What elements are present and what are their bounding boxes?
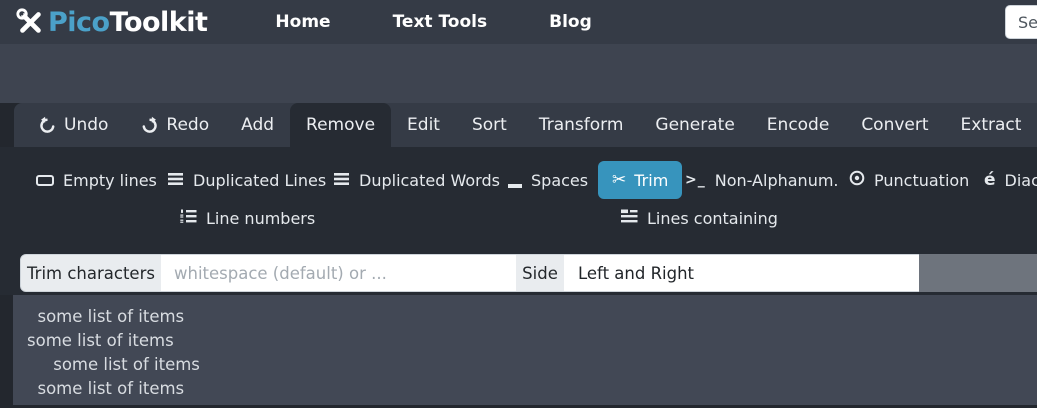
editor-line: some list of items <box>27 329 1037 353</box>
filter-label: Lines containing <box>647 209 778 228</box>
brand-part1: Pico <box>48 7 110 38</box>
search-input[interactable] <box>1005 5 1037 39</box>
tab-add[interactable]: Add <box>225 103 290 147</box>
editor-line: some list of items <box>27 353 1037 377</box>
duplicated-lines-icon <box>168 171 184 190</box>
side-select-value: Left and Right <box>578 264 694 283</box>
filter-duplicated-lines[interactable]: Duplicated Lines <box>168 161 326 199</box>
apply-button[interactable] <box>919 254 1037 292</box>
tab-label: Remove <box>306 115 375 135</box>
tab-label: Sort <box>472 115 507 135</box>
redo-icon <box>140 116 159 135</box>
filter-spaces[interactable]: Spaces <box>508 161 588 199</box>
tab-label: Convert <box>861 115 928 135</box>
space-icon <box>508 184 522 188</box>
filter-trim-active[interactable]: ✂ Trim <box>598 161 682 199</box>
filter-label: Spaces <box>531 171 588 190</box>
tab-convert[interactable]: Convert <box>845 103 944 147</box>
filter-lines-containing[interactable]: Lines containing <box>621 199 778 237</box>
filter-diacritics[interactable]: é Diacritics <box>984 161 1037 199</box>
line-numbers-icon <box>180 209 197 228</box>
nav-blog[interactable]: Blog <box>528 0 613 44</box>
tab-label: Encode <box>767 115 830 135</box>
tab-label: Edit <box>407 115 440 135</box>
side-label: Side <box>516 254 565 292</box>
trim-characters-label: Trim characters <box>20 254 162 292</box>
filter-label: Duplicated Words <box>359 171 500 190</box>
diacritics-icon: é <box>984 170 996 190</box>
text-editor[interactable]: some list of items some list of items so… <box>13 295 1037 405</box>
tab-label: Undo <box>64 115 108 135</box>
filter-punctuation[interactable]: Punctuation <box>849 161 969 199</box>
tab-transform[interactable]: Transform <box>523 103 640 147</box>
tab-label: Transform <box>539 115 624 135</box>
filter-duplicated-words[interactable]: Duplicated Words <box>334 161 500 199</box>
side-select[interactable]: Left and Right <box>564 254 920 292</box>
editor-line: some list of items <box>27 377 1037 401</box>
brand-title: PicoToolkit <box>48 9 207 36</box>
punctuation-icon <box>849 170 865 190</box>
tab-label: Add <box>241 115 274 135</box>
tab-label: Redo <box>166 115 209 135</box>
scissors-icon: ✂ <box>612 170 626 190</box>
filter-label: Empty lines <box>63 171 157 190</box>
tab-undo[interactable]: Undo <box>22 103 124 147</box>
editor-line: some list of items <box>27 305 1037 329</box>
filter-label: Diacritics <box>1005 171 1037 190</box>
main-nav: Home Text Tools Blog <box>244 0 622 44</box>
nav-text-tools[interactable]: Text Tools <box>372 0 509 44</box>
terminal-icon: >_ <box>685 172 706 188</box>
tab-label: Extract <box>961 115 1022 135</box>
tab-redo[interactable]: Redo <box>124 103 225 147</box>
trim-characters-input[interactable] <box>161 254 517 292</box>
duplicated-words-icon <box>334 171 350 190</box>
empty-lines-icon <box>36 175 54 186</box>
tab-edit[interactable]: Edit <box>391 103 456 147</box>
filter-label: Punctuation <box>874 171 969 190</box>
logo[interactable]: PicoToolkit <box>15 7 207 37</box>
tab-extract[interactable]: Extract <box>945 103 1037 147</box>
filter-label: Duplicated Lines <box>193 171 326 190</box>
tab-remove[interactable]: Remove <box>290 103 391 147</box>
toolbar-tabs: Undo Redo Add Remove Edit Sort Transform… <box>14 103 1037 147</box>
nav-home[interactable]: Home <box>254 0 351 44</box>
tab-label: Generate <box>655 115 734 135</box>
header: PicoToolkit Home Text Tools Blog <box>0 0 1037 44</box>
crossed-tools-icon <box>15 7 45 37</box>
tab-generate[interactable]: Generate <box>639 103 750 147</box>
brand-part2: Toolkit <box>110 7 208 38</box>
filter-label: Trim <box>634 171 668 190</box>
lines-containing-icon <box>621 209 638 228</box>
tab-encode[interactable]: Encode <box>751 103 846 147</box>
filter-label: Non-Alphanum. <box>715 171 839 190</box>
filter-empty-lines[interactable]: Empty lines <box>36 161 157 199</box>
filter-non-alphanum[interactable]: >_ Non-Alphanum. <box>685 161 839 199</box>
undo-icon <box>38 116 57 135</box>
filter-line-numbers[interactable]: Line numbers <box>180 199 315 237</box>
filter-label: Line numbers <box>206 209 315 228</box>
tab-sort[interactable]: Sort <box>456 103 523 147</box>
tool-container: Undo Redo Add Remove Edit Sort Transform… <box>0 103 1037 408</box>
